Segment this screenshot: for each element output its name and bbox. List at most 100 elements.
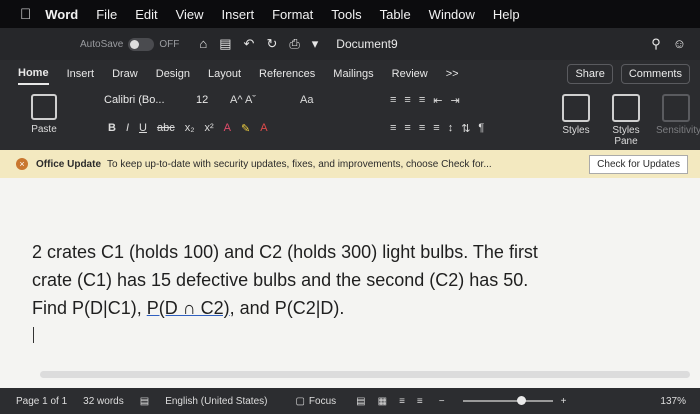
decrease-indent-icon[interactable]: ⇤ <box>433 94 442 107</box>
doc-line-3-part-b: P(D ∩ C2) <box>146 298 230 318</box>
sensitivity-label: Sensitivity <box>656 125 700 136</box>
numbering-icon[interactable]: ≡ <box>404 94 410 107</box>
doc-line-3-part-c: , and P(C2|D). <box>229 298 345 318</box>
menu-table[interactable]: Table <box>380 7 411 22</box>
subscript-button[interactable]: x₂ <box>185 122 195 135</box>
proofing-icon[interactable]: ▤ <box>140 396 149 407</box>
styles-group: Styles Styles Pane Sensitivity <box>556 94 700 147</box>
align-left-icon[interactable]: ≡ <box>390 122 396 135</box>
menu-bar:  Word File Edit View Insert Format Tool… <box>0 0 700 28</box>
styles-pane-button[interactable]: Styles Pane <box>606 94 646 147</box>
focus-button[interactable]: ▢ Focus <box>295 396 336 407</box>
undo-icon[interactable]: ↶ <box>244 36 255 52</box>
pilcrow-icon[interactable]: ¶ <box>478 122 484 135</box>
menu-window[interactable]: Window <box>429 7 475 22</box>
tab-draw[interactable]: Draw <box>112 64 138 84</box>
ribbon-home: Paste Calibri (Bo... 12 A^ Aˇ Aa B I U a… <box>0 88 700 151</box>
menu-insert[interactable]: Insert <box>222 7 255 22</box>
draft-icon[interactable]: ≡ <box>417 396 423 407</box>
zoom-slider-knob[interactable] <box>516 396 526 405</box>
document-title: Document9 <box>336 37 398 51</box>
justify-icon[interactable]: ≡ <box>433 122 439 135</box>
warning-icon: × <box>16 158 28 170</box>
doc-line-2: crate (C1) has 15 defective bulbs and th… <box>32 270 529 290</box>
italic-button[interactable]: I <box>126 122 129 135</box>
language[interactable]: English (United States) <box>165 396 267 407</box>
apple-icon[interactable]:  <box>20 6 31 23</box>
view-buttons: ▤ ▦ ≡ ≡ <box>356 396 423 407</box>
font-grow-shrink[interactable]: A^ Aˇ <box>230 94 256 106</box>
redo-icon[interactable]: ↻ <box>266 36 277 52</box>
superscript-button[interactable]: x² <box>205 122 214 135</box>
text-effects-icon[interactable]: A <box>224 122 231 135</box>
doc-line-3-part-a: Find P(D|C1), <box>32 298 147 318</box>
paragraph-row-1: ≡ ≡ ≡ ⇤ ⇥ <box>390 94 460 107</box>
sensitivity-button[interactable]: Sensitivity <box>656 94 700 147</box>
increase-indent-icon[interactable]: ⇥ <box>450 94 459 107</box>
zoom-out-icon[interactable]: − <box>439 396 445 407</box>
line-spacing-icon[interactable]: ↕ <box>448 122 454 135</box>
underline-button[interactable]: U <box>139 122 147 135</box>
format-buttons: B I U abc x₂ x² A ✎ A <box>108 122 268 135</box>
horizontal-scrollbar[interactable] <box>40 371 690 378</box>
strikethrough-button[interactable]: abc <box>157 122 175 135</box>
menu-edit[interactable]: Edit <box>135 7 157 22</box>
tab-design[interactable]: Design <box>156 64 190 84</box>
font-size-select[interactable]: 12 <box>196 94 208 106</box>
menu-help[interactable]: Help <box>493 7 520 22</box>
banner-title: Office Update <box>36 158 102 170</box>
comments-button[interactable]: Comments <box>620 64 690 84</box>
menu-format[interactable]: Format <box>272 7 313 22</box>
styles-button[interactable]: Styles <box>556 94 596 147</box>
save-icon[interactable]: ▤ <box>219 36 231 52</box>
multilevel-icon[interactable]: ≡ <box>419 94 425 107</box>
sort-icon[interactable]: ⇅ <box>461 122 470 135</box>
tab-review[interactable]: Review <box>392 64 428 84</box>
search-icon[interactable]: ⚲ <box>651 36 661 52</box>
check-for-updates-button[interactable]: Check for Updates <box>589 154 688 174</box>
word-count[interactable]: 32 words <box>83 396 124 407</box>
paragraph-row-2: ≡ ≡ ≡ ≡ ↕ ⇅ ¶ <box>390 122 484 135</box>
autosave-control[interactable]: AutoSave OFF <box>80 37 179 51</box>
menu-view[interactable]: View <box>176 7 204 22</box>
quick-access-toolbar: ⌂ ▤ ↶ ↻ ⎙ ▾ <box>199 36 318 52</box>
web-layout-icon[interactable]: ▦ <box>378 396 387 407</box>
change-case-button[interactable]: Aa <box>300 94 313 106</box>
bullets-icon[interactable]: ≡ <box>390 94 396 107</box>
ribbon-tabs: Home Insert Draw Design Layout Reference… <box>0 60 700 88</box>
tab-layout[interactable]: Layout <box>208 64 241 84</box>
document-canvas[interactable]: 2 crates C1 (holds 100) and C2 (holds 30… <box>0 178 700 388</box>
highlight-icon[interactable]: ✎ <box>241 122 250 135</box>
tab-mailings[interactable]: Mailings <box>333 64 373 84</box>
tab-home[interactable]: Home <box>18 63 49 85</box>
align-center-icon[interactable]: ≡ <box>404 122 410 135</box>
autosave-toggle[interactable] <box>128 37 155 51</box>
zoom-in-icon[interactable]: + <box>561 396 567 407</box>
focus-label: Focus <box>308 395 337 407</box>
tab-references[interactable]: References <box>259 64 315 84</box>
sensitivity-icon <box>662 94 690 122</box>
print-icon[interactable]: ⎙ <box>289 36 299 52</box>
font-name-select[interactable]: Calibri (Bo... <box>104 94 178 110</box>
home-icon[interactable]: ⌂ <box>199 36 207 52</box>
paste-button[interactable]: Paste <box>22 94 66 135</box>
bold-button[interactable]: B <box>108 122 116 135</box>
menu-file[interactable]: File <box>96 7 117 22</box>
align-right-icon[interactable]: ≡ <box>419 122 425 135</box>
styles-label: Styles <box>562 125 590 136</box>
smiley-icon[interactable]: ☺ <box>673 36 686 52</box>
customize-qat-icon[interactable]: ▾ <box>312 36 319 52</box>
tab-insert[interactable]: Insert <box>67 64 95 84</box>
doc-line-1: 2 crates C1 (holds 100) and C2 (holds 30… <box>32 242 538 262</box>
menu-app[interactable]: Word <box>45 7 78 22</box>
zoom-slider[interactable] <box>462 396 553 405</box>
share-button[interactable]: Share <box>567 64 613 84</box>
outline-icon[interactable]: ≡ <box>399 396 405 407</box>
zoom-level[interactable]: 137% <box>660 396 686 407</box>
page-count[interactable]: Page 1 of 1 <box>16 396 67 407</box>
clipboard-icon <box>31 94 57 120</box>
menu-tools[interactable]: Tools <box>331 7 361 22</box>
print-layout-icon[interactable]: ▤ <box>356 396 365 407</box>
tab-more[interactable]: >> <box>446 64 459 84</box>
font-color-icon[interactable]: A <box>260 122 267 135</box>
